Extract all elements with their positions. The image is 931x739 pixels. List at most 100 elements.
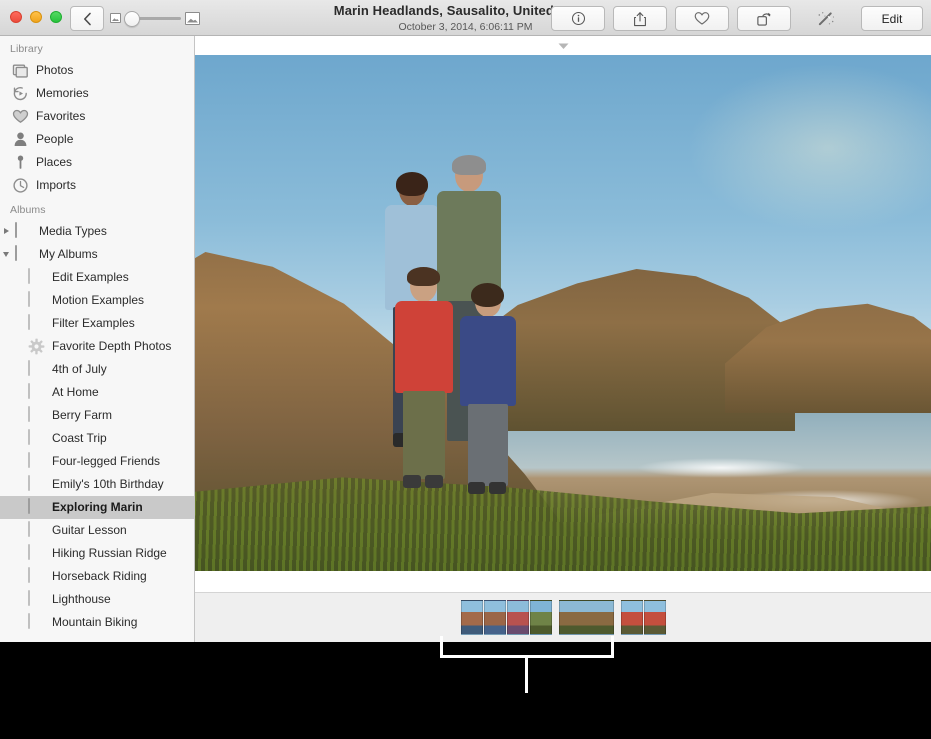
zoom-slider-track[interactable]: [124, 11, 181, 27]
folder-icon: [15, 222, 17, 238]
album-thumbnail: [28, 475, 30, 491]
chevron-down-icon[interactable]: [3, 250, 12, 259]
album-thumbnail: [28, 567, 45, 585]
info-button[interactable]: [551, 6, 605, 31]
sidebar-item-label: Emily's 10th Birthday: [52, 477, 164, 491]
sidebar[interactable]: Library Photos Memories Favorites People Plac…: [0, 36, 195, 642]
filmstrip-thumbnail[interactable]: [558, 600, 614, 635]
filmstrip-thumbnail[interactable]: [620, 600, 643, 635]
filmstrip-thumbnail[interactable]: [483, 600, 506, 635]
album-thumbnail: [28, 291, 30, 307]
filmstrip-thumbnail[interactable]: [643, 600, 666, 635]
album-thumbnail: [28, 314, 45, 332]
sidebar-item-label: Places: [36, 155, 73, 169]
content-area: [195, 36, 931, 642]
zoom-slider-knob[interactable]: [124, 11, 140, 27]
sidebar-item-label: Coast Trip: [52, 431, 107, 445]
zoom-window-button[interactable]: [50, 11, 62, 23]
rotate-button[interactable]: [737, 6, 791, 31]
filmstrip-collapse-toggle[interactable]: [195, 36, 931, 55]
gear-icon: [28, 338, 45, 355]
sidebar-section-header: Library: [10, 43, 43, 55]
sidebar-item-imports[interactable]: Imports: [0, 174, 194, 197]
sidebar-section-header: Albums: [10, 204, 46, 216]
small-photo-icon: [110, 13, 121, 23]
sidebar-item-label: Photos: [36, 63, 74, 77]
sidebar-item-guitar-lesson[interactable]: Guitar Lesson: [0, 519, 194, 542]
sidebar-item-edit-examples[interactable]: Edit Examples: [0, 266, 194, 289]
map-pin-icon: [12, 154, 29, 171]
filmstrip-thumbnail[interactable]: [529, 600, 552, 635]
album-thumbnail: [28, 613, 45, 631]
sidebar-item-places[interactable]: Places: [0, 151, 194, 174]
sidebar-item-hiking-russian-ridge[interactable]: Hiking Russian Ridge: [0, 542, 194, 565]
sidebar-item-horseback-riding[interactable]: Horseback Riding: [0, 565, 194, 588]
sidebar-item-label: Favorite Depth Photos: [52, 339, 172, 353]
sidebar-item-exploring-marin[interactable]: Exploring Marin: [0, 496, 194, 519]
filmstrip-callout-stem: [525, 657, 528, 693]
filmstrip[interactable]: [195, 592, 931, 642]
sidebar-item-label: Mountain Biking: [52, 615, 138, 629]
sidebar-item-lighthouse[interactable]: Lighthouse: [0, 588, 194, 611]
sidebar-item-my-albums[interactable]: My Albums: [0, 243, 194, 266]
sidebar-item-4th-of-july[interactable]: 4th of July: [0, 358, 194, 381]
sidebar-item-photos[interactable]: Photos: [0, 59, 194, 82]
sidebar-item-label: Berry Farm: [52, 408, 112, 422]
share-button[interactable]: [613, 6, 667, 31]
rotate-icon: [757, 12, 771, 26]
sidebar-item-motion-examples[interactable]: Motion Examples: [0, 289, 194, 312]
sidebar-item-filter-examples[interactable]: Filter Examples: [0, 312, 194, 335]
photos-icon: [12, 62, 29, 79]
person-icon: [12, 131, 29, 148]
sidebar-item-memories[interactable]: Memories: [0, 82, 194, 105]
album-thumbnail: [28, 360, 45, 378]
folder-icon: [15, 222, 32, 240]
filmstrip-callout-bracket: [440, 636, 614, 658]
map-pin-icon: [17, 155, 24, 169]
album-thumbnail: [28, 544, 45, 562]
edit-button[interactable]: Edit: [861, 6, 923, 31]
filmstrip-thumbnail[interactable]: [460, 600, 483, 635]
sidebar-item-favorites[interactable]: Favorites: [0, 105, 194, 128]
close-window-button[interactable]: [10, 11, 22, 23]
sidebar-item-emily-s-10th-birthday[interactable]: Emily's 10th Birthday: [0, 473, 194, 496]
thumbnail-zoom-slider[interactable]: [110, 11, 200, 27]
chevron-right-icon[interactable]: [3, 227, 12, 236]
sidebar-item-mountain-biking[interactable]: Mountain Biking: [0, 611, 194, 634]
heart-icon: [12, 108, 29, 125]
sidebar-item-favorite-depth-photos[interactable]: Favorite Depth Photos: [0, 335, 194, 358]
folder-icon: [15, 245, 17, 261]
sidebar-item-coast-trip[interactable]: Coast Trip: [0, 427, 194, 450]
sidebar-item-media-types[interactable]: Media Types: [0, 220, 194, 243]
back-button[interactable]: [70, 6, 104, 31]
album-thumbnail: [28, 498, 45, 516]
sidebar-item-people[interactable]: People: [0, 128, 194, 151]
album-thumbnail: [28, 268, 45, 286]
sidebar-list: Library Photos Memories Favorites People Plac…: [0, 36, 194, 634]
large-photo-icon: [185, 11, 200, 25]
chevron-left-icon: [83, 12, 91, 25]
sidebar-item-label: People: [36, 132, 74, 146]
sidebar-item-at-home[interactable]: At Home: [0, 381, 194, 404]
filmstrip-group: [558, 600, 614, 635]
album-thumbnail: [28, 521, 45, 539]
album-thumbnail: [28, 544, 30, 560]
sidebar-item-label: Four-legged Friends: [52, 454, 161, 468]
auto-enhance-button[interactable]: [799, 6, 853, 31]
album-thumbnail: [28, 475, 45, 493]
window-toolbar: Marin Headlands, Sausalito, United State…: [0, 0, 931, 36]
folder-icon: [15, 245, 32, 263]
album-thumbnail: [28, 429, 45, 447]
sidebar-item-berry-farm[interactable]: Berry Farm: [0, 404, 194, 427]
sidebar-item-four-legged-friends[interactable]: Four-legged Friends: [0, 450, 194, 473]
album-thumbnail: [28, 406, 30, 422]
clock-icon: [13, 178, 28, 193]
photo-person-boy: [391, 267, 457, 493]
album-thumbnail: [28, 429, 30, 445]
album-thumbnail: [28, 452, 30, 468]
photo-viewer[interactable]: [195, 55, 931, 571]
minimize-window-button[interactable]: [30, 11, 42, 23]
filmstrip-thumbnail[interactable]: [506, 600, 529, 635]
favorite-button[interactable]: [675, 6, 729, 31]
photo-cliff-right: [725, 303, 931, 413]
